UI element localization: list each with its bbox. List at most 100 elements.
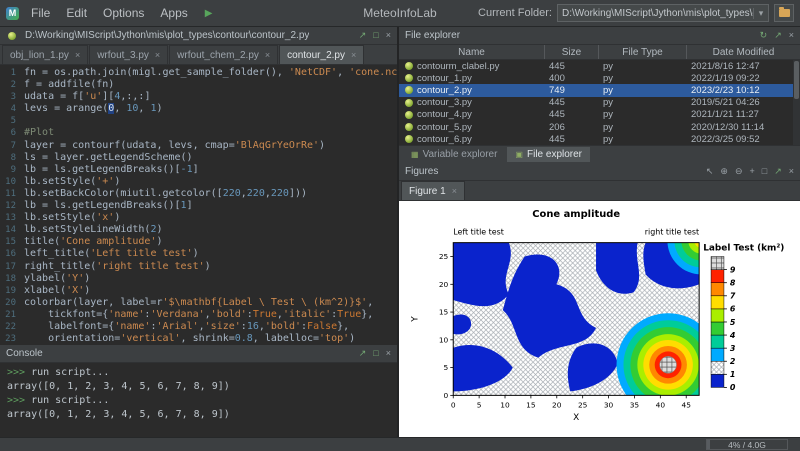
run-script-icon[interactable]: ▶: [196, 8, 222, 19]
editor-tab-wrfout_3.py[interactable]: wrfout_3.py×: [89, 45, 168, 64]
colorbar-label: Label Test (km²): [703, 244, 784, 254]
svg-text:45: 45: [681, 400, 691, 409]
console-output[interactable]: >>> run script...array([0, 1, 2, 3, 4, 5…: [0, 363, 397, 437]
cursor-icon[interactable]: ↖: [706, 167, 714, 176]
line-number: 21: [0, 309, 24, 321]
menu-apps[interactable]: Apps: [152, 2, 195, 24]
svg-text:9: 9: [730, 265, 736, 274]
current-folder-combobox[interactable]: D:\Working\MIScript\Jython\mis\plot_type…: [557, 4, 769, 22]
table-row[interactable]: contourm_clabel.py445py2021/8/16 12:47: [399, 60, 800, 72]
svg-text:3: 3: [730, 344, 736, 353]
browse-folder-button[interactable]: [774, 4, 794, 22]
close-tab-icon[interactable]: ×: [351, 50, 356, 60]
code-text: f = addfile(fn): [24, 79, 114, 91]
memory-fill: [707, 440, 710, 449]
editor-tab-obj_lion_1.py[interactable]: obj_lion_1.py×: [2, 45, 88, 64]
line-number: 17: [0, 261, 24, 273]
figures-toolbar: ↖ ⊕ ⊖ + □ ↗ ×: [706, 167, 794, 176]
close-panel-icon[interactable]: ×: [789, 31, 794, 40]
file-size-cell: 206: [545, 122, 599, 133]
y-axis-label: Y: [411, 316, 421, 323]
code-line: 5: [0, 115, 397, 127]
close-tab-icon[interactable]: ×: [452, 186, 457, 196]
close-tab-icon[interactable]: ×: [265, 50, 270, 60]
svg-text:40: 40: [656, 400, 666, 409]
file-type-cell: py: [599, 97, 687, 108]
maximize-panel-icon[interactable]: □: [373, 31, 378, 40]
column-header-date[interactable]: Date Modified: [687, 45, 800, 59]
folder-icon: [779, 9, 790, 17]
float-panel-icon[interactable]: ↗: [774, 31, 782, 40]
code-text: #Plot: [24, 127, 54, 139]
file-explorer-title: File explorer: [405, 30, 460, 41]
editor-tab-contour_2.py[interactable]: contour_2.py×: [279, 45, 364, 64]
file-name-cell: contourm_clabel.py: [399, 61, 545, 72]
close-panel-icon[interactable]: ×: [386, 349, 391, 358]
figure-tabbar: Figure 1 ×: [399, 181, 800, 201]
line-number: 13: [0, 212, 24, 224]
file-name-cell: contour_1.py: [399, 73, 545, 84]
table-row[interactable]: contour_4.py445py2021/1/21 11:27: [399, 109, 800, 121]
menu-file[interactable]: File: [23, 2, 58, 24]
editor-tab-wrfout_chem_2.py[interactable]: wrfout_chem_2.py×: [169, 45, 278, 64]
code-line: 17right_title('right title test'): [0, 261, 397, 273]
svg-text:8: 8: [730, 278, 736, 287]
column-header-type[interactable]: File Type: [599, 45, 687, 59]
float-panel-icon[interactable]: ↗: [359, 31, 367, 40]
close-panel-icon[interactable]: ×: [789, 167, 794, 176]
figure-canvas[interactable]: 0510152025303540450510152025Cone amplitu…: [399, 201, 800, 437]
close-tab-icon[interactable]: ×: [155, 50, 160, 60]
close-tab-icon[interactable]: ×: [75, 50, 80, 60]
code-line: 18ylabel('Y'): [0, 273, 397, 285]
zoom-in-icon[interactable]: ⊕: [720, 167, 728, 176]
table-row[interactable]: contour_5.py206py2020/12/30 11:14: [399, 121, 800, 133]
table-row[interactable]: contour_2.py749py2023/2/23 10:12: [399, 84, 800, 96]
svg-text:25: 25: [578, 400, 588, 409]
pan-icon[interactable]: +: [749, 167, 754, 176]
column-header-size[interactable]: Size: [545, 45, 599, 59]
main-area: D:\Working\MIScript\Jython\mis\plot_type…: [0, 27, 800, 437]
line-number: 16: [0, 248, 24, 260]
svg-text:10: 10: [500, 400, 510, 409]
svg-text:2: 2: [730, 357, 736, 366]
tab-label: Figure 1: [409, 186, 446, 197]
scrollbar[interactable]: [793, 60, 800, 145]
tab-variable-explorer[interactable]: ▦Variable explorer: [403, 147, 505, 162]
column-header-name[interactable]: Name: [399, 45, 545, 59]
zoom-out-icon[interactable]: ⊖: [735, 167, 743, 176]
maximize-panel-icon[interactable]: □: [373, 349, 378, 358]
tab-file-explorer[interactable]: ▣File explorer: [507, 147, 590, 162]
menu-options[interactable]: Options: [95, 2, 152, 24]
line-number: 4: [0, 103, 24, 115]
file-type-cell: py: [599, 122, 687, 133]
code-line: 23 orientation='vertical', shrink=0.8, l…: [0, 333, 397, 345]
code-line: 13lb.setStyle('x'): [0, 212, 397, 224]
line-number: 3: [0, 91, 24, 103]
close-panel-icon[interactable]: ×: [386, 31, 391, 40]
line-number: 12: [0, 200, 24, 212]
line-number: 18: [0, 273, 24, 285]
float-panel-icon[interactable]: ↗: [359, 349, 367, 358]
window-title: MeteoInfoLab: [363, 6, 436, 20]
figure-tab[interactable]: Figure 1 ×: [401, 181, 465, 200]
menu-edit[interactable]: Edit: [58, 2, 95, 24]
table-row[interactable]: contour_3.py445py2019/5/21 04:26: [399, 97, 800, 109]
refresh-icon[interactable]: ↻: [760, 31, 768, 40]
code-line: 22 labelfont={'name':'Arial','size':16,'…: [0, 321, 397, 333]
code-line: 2f = addfile(fn): [0, 79, 397, 91]
full-extent-icon[interactable]: □: [762, 167, 767, 176]
console-line: array([0, 1, 2, 3, 4, 5, 6, 7, 8, 9]): [7, 380, 390, 394]
py-file-icon: [405, 74, 413, 82]
console-title: Console: [6, 348, 43, 359]
scrollbar-thumb[interactable]: [794, 61, 799, 99]
console-line: array([0, 1, 2, 3, 4, 5, 6, 7, 8, 9]): [7, 408, 390, 422]
plot-title: Cone amplitude: [532, 209, 620, 220]
table-row[interactable]: contour_6.py445py2022/3/25 09:52: [399, 133, 800, 145]
current-folder-label: Current Folder:: [478, 7, 552, 19]
line-number: 9: [0, 164, 24, 176]
float-panel-icon[interactable]: ↗: [774, 167, 782, 176]
file-type-cell: py: [599, 61, 687, 72]
table-row[interactable]: contour_1.py400py2022/1/19 09:22: [399, 72, 800, 84]
chevron-down-icon[interactable]: ▾: [753, 8, 768, 19]
code-editor[interactable]: 1fn = os.path.join(migl.get_sample_folde…: [0, 65, 397, 345]
